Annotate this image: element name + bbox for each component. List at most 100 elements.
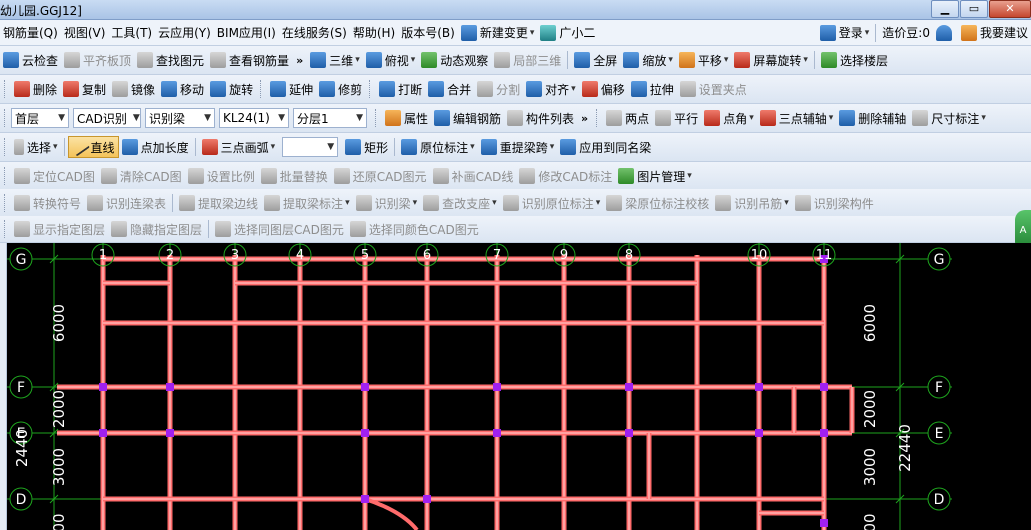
fullscreen-button[interactable]: 全屏 [571,49,620,71]
two-point-button[interactable]: 两点 [603,107,652,129]
cloud-check-button[interactable]: 云检查 [0,49,61,71]
extract-beam-label-button[interactable]: 提取梁标注 ▾ [261,192,353,214]
menu-new-change[interactable]: 新建变更 ▾ [458,22,538,44]
extract-beam-edge-button[interactable]: 提取梁边线 [176,192,261,214]
dimension-button[interactable]: 尺寸标注 ▾ [909,107,989,129]
find-element-button[interactable]: 查找图元 [134,49,207,71]
toolbar-overflow-icon[interactable]: » [296,54,303,67]
restore-cad-button[interactable]: 还原CAD图元 [331,165,430,187]
move-button[interactable]: 移动 [158,78,207,100]
arc-button[interactable]: 三点画弧 ▾ [199,136,279,158]
select-same-layer-button[interactable]: 选择同图层CAD图元 [212,218,347,240]
trim-button[interactable]: 修剪 [316,78,365,100]
original-annotation-button[interactable]: 原位标注 ▾ [398,136,478,158]
three-point-axis-button[interactable]: 三点辅轴 ▾ [757,107,837,129]
point-angle-button[interactable]: 点角 ▾ [701,107,757,129]
respan-button[interactable]: 重提梁跨 ▾ [478,136,558,158]
toolbar-overflow-icon[interactable]: » [581,112,588,125]
select-floor-button[interactable]: 选择楼层 [818,49,891,71]
cad-canvas[interactable]: 1 2 3 4 5 6 7 89 10 11G GF FE ED D 600020003000244060… [7,243,1031,530]
recognize-hanger-button[interactable]: 识别吊筋 ▾ [712,192,792,214]
clear-cad-button[interactable]: 清除CAD图 [98,165,185,187]
menu-assistant[interactable]: 广小二 [537,22,598,44]
mirror-button[interactable]: 镜像 [109,78,158,100]
menu-bim[interactable]: BIM应用(I) [214,22,279,44]
floor-select[interactable]: 首层 ▼ [11,108,69,128]
delete-axis-button[interactable]: 删除辅轴 [836,107,909,129]
rotate-button[interactable]: 旋转 [207,78,256,100]
toolbar-grip[interactable] [596,109,599,127]
view-rebar-button[interactable]: 查看钢筋量 [207,49,292,71]
component-list-button[interactable]: 构件列表 [504,107,577,129]
menu-cloud[interactable]: 云应用(Y) [155,22,214,44]
properties-button[interactable]: 属性 [382,107,431,129]
rect-button[interactable]: 矩形 [342,136,391,158]
show-layer-button[interactable]: 显示指定图层 [11,218,108,240]
cad-drawing-area[interactable]: 1 2 3 4 5 6 7 8 9 10 11 G G F F E E D D 6000 2000 3000 2440 60… [7,243,1031,530]
parallel-button[interactable]: 平行 [652,107,701,129]
locate-cad-button[interactable]: 定位CAD图 [11,165,98,187]
cad-mode-select[interactable]: CAD识别 ▼ [73,108,141,128]
toolbar-grip[interactable] [4,109,7,127]
pan-button[interactable]: 平移 ▾ [676,49,732,71]
close-button[interactable]: ✕ [989,0,1031,18]
element-select[interactable]: KL24(1) ▼ [219,108,289,128]
toolbar-grip[interactable] [4,194,7,212]
verify-beam-label-button[interactable]: 梁原位标注校核 [603,192,712,214]
toolbar-grip[interactable] [4,167,7,185]
toolbar-grip[interactable] [4,138,7,156]
menu-tools[interactable]: 工具(T) [108,22,155,44]
suggest-button[interactable]: 我要建议 [958,22,1031,44]
recognize-original-label-button[interactable]: 识别原位标注 ▾ [500,192,604,214]
menu-online-service[interactable]: 在线服务(S) [279,22,350,44]
toolbar-grip[interactable] [260,80,263,98]
toolbar-grip[interactable] [375,109,378,127]
toolbar-grip[interactable] [369,80,372,98]
set-grip-button[interactable]: 设置夹点 [677,78,750,100]
batch-replace-button[interactable]: 批量替换 [258,165,331,187]
copy-button[interactable]: 复制 [60,78,109,100]
3d-button[interactable]: 三维 ▾ [307,49,363,71]
top-view-button[interactable]: 俯视 ▾ [363,49,419,71]
merge-button[interactable]: 合并 [425,78,474,100]
element-type-select[interactable]: 识别梁 ▼ [145,108,215,128]
orbit-button[interactable]: 动态观察 [418,49,491,71]
login-button[interactable]: 登录 ▾ [817,22,873,44]
recognize-beam-component-button[interactable]: 识别梁构件 [792,192,877,214]
flush-slab-top-button[interactable]: 平齐板顶 [61,49,134,71]
point-length-button[interactable]: 点加长度 [119,136,192,158]
line-button[interactable]: 直线 [67,136,119,158]
zoom-button[interactable]: 缩放 ▾ [620,49,676,71]
select-same-color-button[interactable]: 选择同颜色CAD图元 [347,218,482,240]
offset-button[interactable]: 偏移 [579,78,628,100]
select-button[interactable]: 选择 ▾ [11,136,61,158]
maximize-button[interactable]: ▭ [960,0,988,18]
modify-cad-label-button[interactable]: 修改CAD标注 [516,165,615,187]
recognize-beam-button[interactable]: 识别梁 ▾ [353,192,421,214]
menu-rebar-quantity[interactable]: 钢筋量(Q) [0,22,61,44]
menu-view[interactable]: 视图(V) [61,22,109,44]
rotate-screen-button[interactable]: 屏幕旋转 ▾ [731,49,811,71]
recognize-link-beam-button[interactable]: 识别连梁表 [84,192,169,214]
toolbar-grip[interactable] [4,220,7,238]
edit-rebar-button[interactable]: 编辑钢筋 [431,107,504,129]
local-3d-button[interactable]: 局部三维 [491,49,564,71]
split-button[interactable]: 分割 [474,78,523,100]
menu-version[interactable]: 版本号(B) [398,22,458,44]
stretch-button[interactable]: 拉伸 [628,78,677,100]
align-button[interactable]: 对齐 ▾ [523,78,579,100]
hide-layer-button[interactable]: 隐藏指定图层 [108,218,205,240]
break-button[interactable]: 打断 [376,78,425,100]
arc-option-select[interactable]: ▼ [282,137,339,157]
menu-help[interactable]: 帮助(H) [350,22,398,44]
layer-select[interactable]: 分层1 ▼ [293,108,367,128]
convert-symbol-button[interactable]: 转换符号 [11,192,84,214]
extend-button[interactable]: 延伸 [267,78,316,100]
notification-button[interactable] [933,22,958,44]
redraw-cad-line-button[interactable]: 补画CAD线 [430,165,517,187]
set-scale-button[interactable]: 设置比例 [185,165,258,187]
toolbar-grip[interactable] [4,80,7,98]
minimize-button[interactable]: ▁ [931,0,959,18]
image-manage-button[interactable]: 图片管理 ▾ [615,165,695,187]
apply-same-name-button[interactable]: 应用到同名梁 [557,136,654,158]
